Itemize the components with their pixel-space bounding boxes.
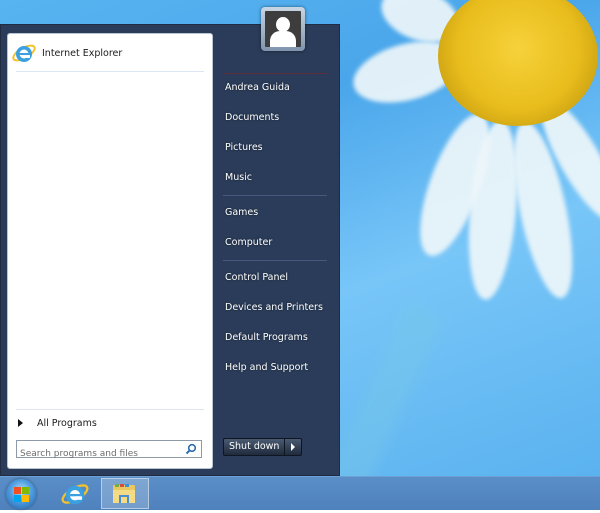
search-icon[interactable] bbox=[185, 443, 197, 455]
pinned-program-label: Internet Explorer bbox=[42, 47, 123, 59]
all-programs-button[interactable]: All Programs bbox=[18, 415, 97, 431]
menu-item-help-and-support[interactable]: Help and Support bbox=[225, 362, 308, 373]
taskbar-internet-explorer[interactable] bbox=[60, 479, 90, 509]
divider bbox=[16, 409, 204, 410]
menu-item-games[interactable]: Games bbox=[225, 207, 258, 218]
start-button[interactable] bbox=[6, 479, 36, 509]
user-avatar[interactable] bbox=[261, 7, 305, 51]
all-programs-label: All Programs bbox=[37, 417, 97, 429]
user-avatar-icon bbox=[265, 11, 301, 47]
menu-item-default-programs[interactable]: Default Programs bbox=[225, 332, 308, 343]
windows-logo-icon bbox=[22, 495, 29, 502]
windows-logo-icon bbox=[14, 487, 21, 494]
divider bbox=[223, 73, 327, 74]
taskbar bbox=[0, 476, 600, 510]
internet-explorer-icon bbox=[61, 484, 89, 505]
start-menu: Internet Explorer All Programs Andrea Gu… bbox=[0, 24, 340, 476]
search-box[interactable] bbox=[16, 440, 202, 462]
start-menu-programs-pane: Internet Explorer All Programs bbox=[7, 33, 213, 469]
menu-item-pictures[interactable]: Pictures bbox=[225, 142, 263, 153]
shutdown-options-button[interactable] bbox=[285, 438, 303, 456]
shutdown-button[interactable]: Shut down bbox=[223, 438, 286, 456]
pinned-program-internet-explorer[interactable]: Internet Explorer bbox=[11, 40, 122, 66]
menu-item-control-panel[interactable]: Control Panel bbox=[225, 272, 288, 283]
divider bbox=[16, 71, 204, 72]
windows-logo-icon bbox=[14, 495, 21, 502]
divider bbox=[223, 195, 327, 196]
shutdown-control: Shut down bbox=[223, 438, 303, 456]
windows-logo-icon bbox=[22, 487, 29, 494]
wallpaper-flower-center bbox=[438, 0, 598, 126]
menu-item-documents[interactable]: Documents bbox=[225, 112, 279, 123]
triangle-right-icon bbox=[18, 419, 23, 427]
menu-item-music[interactable]: Music bbox=[225, 172, 252, 183]
menu-item-user-folder[interactable]: Andrea Guida bbox=[225, 82, 290, 93]
folder-icon bbox=[113, 484, 135, 503]
divider bbox=[223, 260, 327, 261]
internet-explorer-icon bbox=[12, 44, 36, 62]
menu-item-devices-and-printers[interactable]: Devices and Printers bbox=[225, 302, 323, 313]
start-menu-places-pane: Andrea Guida Documents Pictures Music Ga… bbox=[215, 25, 339, 475]
search-input[interactable] bbox=[17, 446, 180, 462]
taskbar-file-explorer[interactable] bbox=[101, 478, 149, 509]
menu-item-computer[interactable]: Computer bbox=[225, 237, 272, 248]
